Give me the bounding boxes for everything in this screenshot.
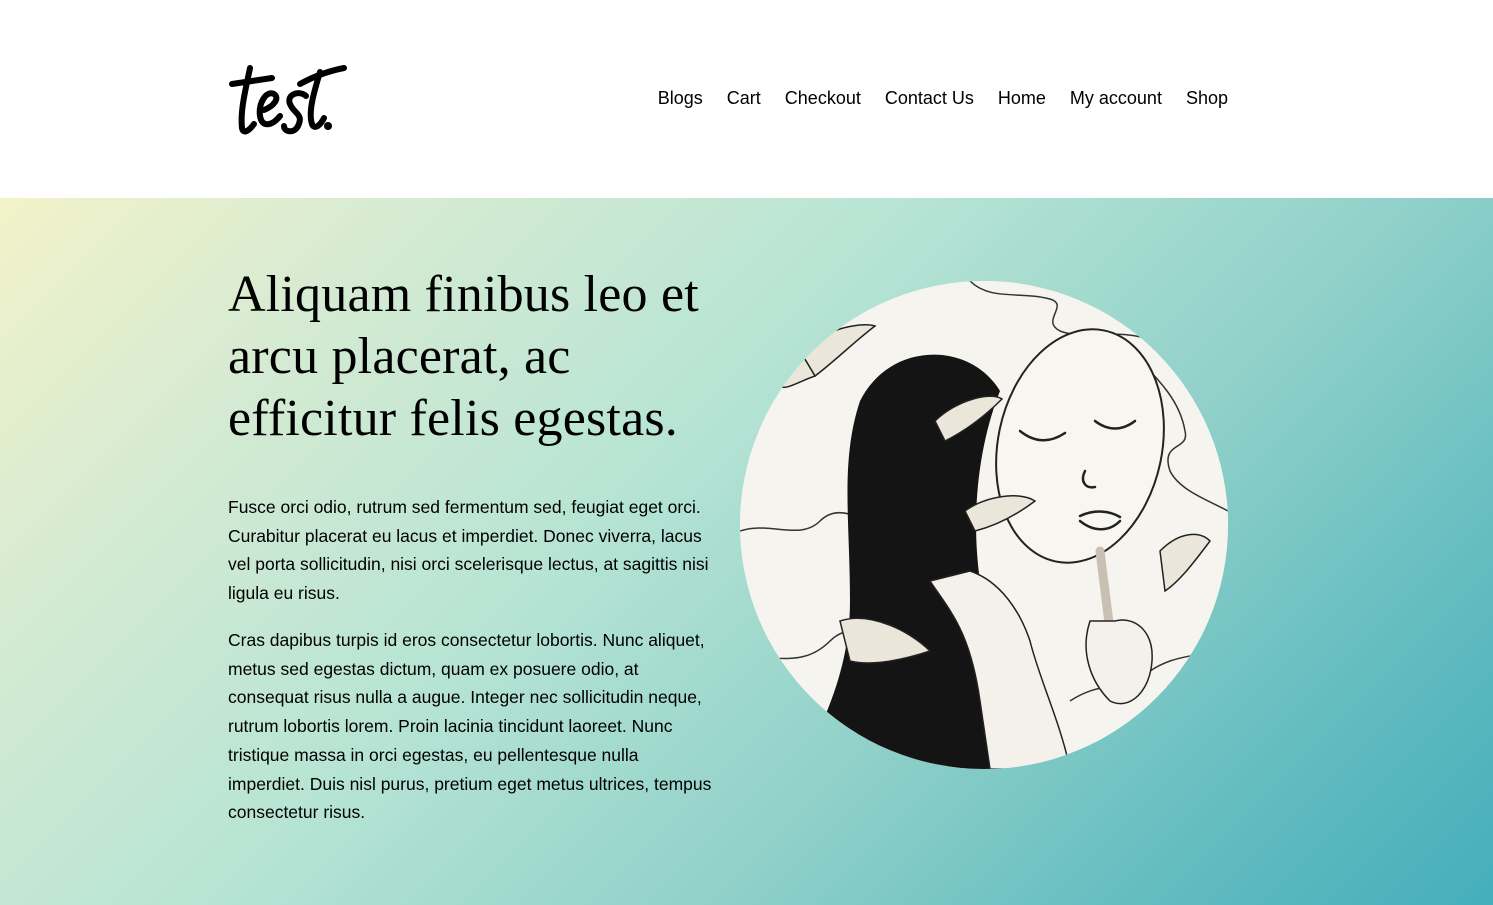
hero-paragraph-2: Cras dapibus turpis id eros consectetur … (228, 630, 712, 823)
nav-shop[interactable]: Shop (1186, 87, 1228, 109)
nav-blogs[interactable]: Blogs (658, 87, 703, 109)
nav-cart[interactable]: Cart (727, 87, 761, 109)
hero-illustration (740, 281, 1228, 769)
hero-title: Aliquam finibus leo et arcu placerat, ac… (228, 266, 699, 447)
site-logo[interactable] (228, 58, 348, 140)
main-nav: Blogs Cart Checkout Contact Us Home My a… (658, 87, 1228, 109)
nav-my-account[interactable]: My account (1070, 87, 1162, 109)
hero-paragraph-1: Fusce orci odio, rutrum sed fermentum se… (228, 497, 709, 604)
site-header: Blogs Cart Checkout Contact Us Home My a… (0, 0, 1493, 198)
nav-contact-us[interactable]: Contact Us (885, 87, 974, 109)
nav-checkout[interactable]: Checkout (785, 87, 861, 109)
hero-section: Aliquam finibus leo et arcu placerat, ac… (0, 198, 1493, 905)
nav-home[interactable]: Home (998, 87, 1046, 109)
